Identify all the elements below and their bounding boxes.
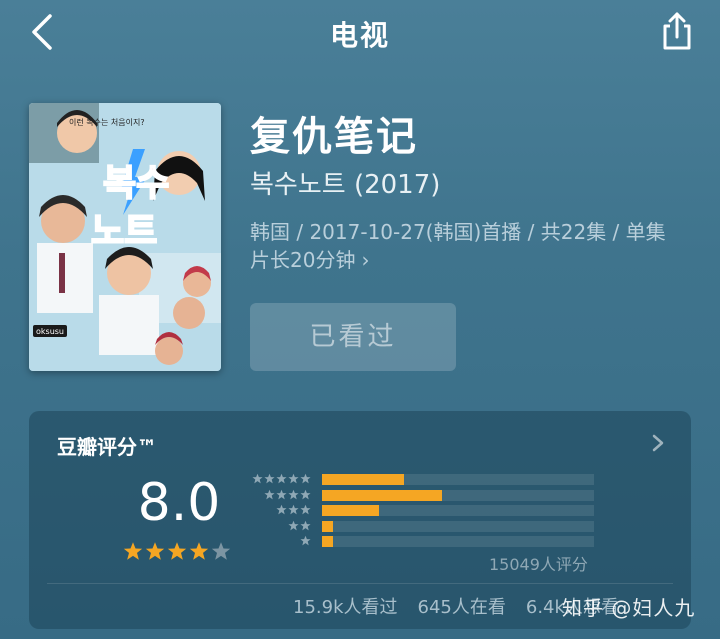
distribution-row-5-star — [246, 473, 596, 486]
rating-stars — [123, 541, 231, 561]
distribution-star-label — [300, 535, 311, 546]
star-small-icon — [276, 473, 287, 484]
distribution-star-label — [264, 489, 311, 500]
star-filled-icon — [145, 542, 165, 560]
star-small-icon — [300, 520, 311, 530]
poster-image: 복수 노트 이런 복수는 처음이지? oksusu — [29, 103, 221, 371]
distribution-bar-track — [322, 474, 594, 485]
distribution-bar-track — [322, 505, 594, 516]
distribution-star-label — [252, 473, 311, 484]
votes-count: 15049人评分 — [489, 555, 588, 574]
page-title: 电视 — [329, 19, 390, 52]
star-empty-icon — [211, 542, 231, 560]
chevron-right-icon — [652, 434, 664, 452]
distribution-star-label — [276, 504, 311, 515]
meta-line-2: 片长20分钟 — [250, 248, 356, 272]
star-small-icon — [288, 473, 299, 484]
star-filled-icon — [189, 542, 209, 560]
star-small-icon — [300, 473, 311, 484]
star-small-icon — [300, 535, 311, 546]
star-small-icon — [252, 473, 263, 484]
distribution-bar-track — [322, 520, 594, 532]
show-poster[interactable]: 복수 노트 이런 복수는 처음이지? oksusu — [29, 103, 221, 371]
divider — [47, 583, 673, 584]
star-small-icon — [288, 520, 299, 530]
distribution-row-4-star — [246, 489, 596, 502]
poster-title-line1: 복수 — [103, 163, 169, 204]
meta-line-2-wrap: 片长20分钟 › — [250, 246, 690, 274]
watched-button[interactable]: 已看过 — [250, 303, 456, 371]
distribution-row-3-star — [246, 504, 596, 517]
rating-score: 8.0 — [137, 473, 221, 533]
original-title: 복수노트 (2017) — [250, 170, 441, 200]
distribution-bar-track — [322, 536, 594, 547]
show-meta[interactable]: 韩国 / 2017-10-27(韩国)首播 / 共22集 / 单集 片长20分钟… — [250, 218, 690, 274]
star-small-icon — [264, 473, 275, 484]
rating-label: 豆瓣评分™ — [57, 435, 157, 459]
watching-count[interactable]: 645人在看 — [418, 593, 506, 619]
distribution-bar-fill — [322, 505, 379, 516]
distribution-row-2-star — [246, 520, 596, 533]
star-small-icon — [276, 489, 287, 499]
star-small-icon — [300, 504, 311, 515]
star-small-icon — [288, 489, 299, 499]
distribution-bar-fill — [322, 489, 442, 501]
distribution-row-1-star — [246, 535, 596, 548]
watched-count[interactable]: 15.9k人看过 — [293, 593, 398, 619]
distribution-bar-fill — [322, 520, 333, 532]
top-bar: 电视 — [0, 0, 720, 64]
distribution-bar-fill — [322, 536, 333, 547]
chevron-right-icon: › — [361, 248, 370, 272]
watermark: 知乎 @妇人九 — [562, 596, 696, 620]
show-title: 复仇笔记 — [250, 114, 418, 160]
distribution-bar-fill — [322, 474, 404, 485]
meta-line-1: 韩国 / 2017-10-27(韩国)首播 / 共22集 / 单集 — [250, 220, 666, 244]
star-small-icon — [288, 504, 299, 515]
star-small-icon — [264, 489, 275, 499]
poster-tagline: 이런 복수는 처음이지? — [69, 117, 145, 127]
star-filled-icon — [167, 542, 187, 560]
share-icon — [663, 12, 691, 50]
star-small-icon — [276, 504, 287, 515]
distribution-bar-track — [322, 489, 594, 501]
poster-brand: oksusu — [36, 327, 64, 336]
distribution-star-label — [288, 520, 311, 531]
share-button[interactable] — [660, 10, 694, 52]
star-filled-icon — [123, 542, 143, 560]
poster-title-line2: 노트 — [91, 211, 157, 252]
star-small-icon — [300, 489, 311, 499]
